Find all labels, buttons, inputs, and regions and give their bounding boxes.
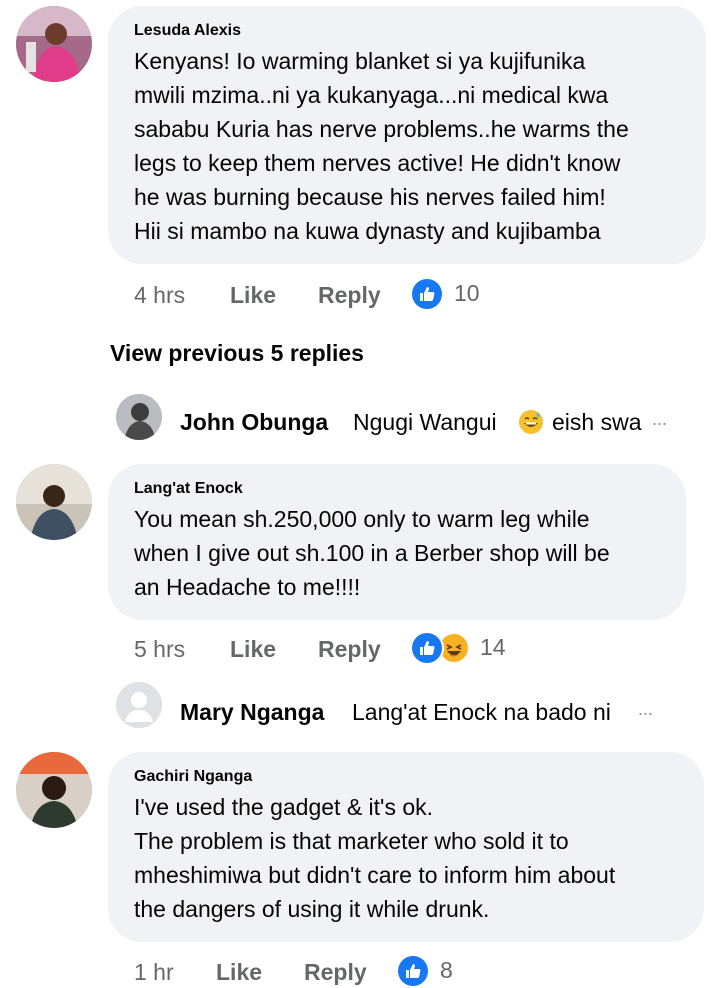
reply-button[interactable]: Reply	[304, 959, 367, 986]
profile-photo	[16, 752, 92, 828]
avatar[interactable]	[116, 682, 162, 728]
avatar[interactable]	[16, 6, 92, 82]
avatar[interactable]	[16, 752, 92, 828]
comment-bubble: Lesuda Alexis Kenyans! Io warming blanke…	[108, 6, 706, 264]
avatar[interactable]	[116, 394, 162, 440]
comment-text: mwili mzima..ni ya kukanyaga...ni medica…	[134, 82, 609, 108]
comment-bubble: Gachiri Nganga I've used the gadget & it…	[108, 752, 704, 942]
reply-button[interactable]: Reply	[318, 636, 381, 663]
reply-text[interactable]: Ngugi Wangui	[353, 409, 497, 436]
comment-text: he was burning because his nerves failed…	[134, 184, 606, 210]
reaction-count[interactable]: 8	[440, 957, 453, 984]
comment-text: sababu Kuria has nerve problems..he warm…	[134, 116, 629, 142]
reaction-count[interactable]: 10	[454, 280, 480, 307]
comment-text: when I give out sh.100 in a Berber shop …	[134, 540, 610, 566]
comment-text: The problem is that marketer who sold it…	[134, 828, 569, 854]
reply-text[interactable]: Lang'at Enock na bado ni	[352, 699, 611, 726]
profile-photo	[16, 464, 92, 540]
ellipsis: ...	[638, 699, 654, 719]
like-reaction-icon[interactable]	[410, 277, 444, 311]
comment-text: Hii si mambo na kuwa dynasty and kujibam…	[134, 218, 601, 244]
default-avatar-icon	[116, 682, 162, 728]
comment-text: mheshimiwa but didn't care to inform him…	[134, 862, 616, 888]
comment-author[interactable]: Gachiri Nganga	[134, 768, 252, 786]
like-button[interactable]: Like	[216, 959, 262, 986]
reply-author[interactable]: Mary Nganga	[180, 699, 324, 726]
comment-author[interactable]: Lang'at Enock	[134, 480, 243, 498]
grinning-sweat-emoji-icon	[518, 409, 544, 435]
profile-photo	[16, 6, 92, 82]
like-reaction-icon[interactable]	[410, 631, 444, 665]
comment-author[interactable]: Lesuda Alexis	[134, 22, 241, 40]
avatar[interactable]	[16, 464, 92, 540]
comment-text: an Headache to me!!!!	[134, 574, 361, 600]
comment-bubble: Lang'at Enock You mean sh.250,000 only t…	[108, 464, 686, 620]
comment-text: Kenyans! Io warming blanket si ya kujifu…	[134, 48, 586, 74]
comment-timestamp[interactable]: 1 hr	[134, 959, 174, 986]
view-previous-replies-link[interactable]: View previous 5 replies	[110, 340, 364, 367]
like-reaction-icon[interactable]	[396, 954, 430, 988]
profile-photo	[116, 394, 162, 440]
comment-text: I've used the gadget & it's ok.	[134, 794, 434, 820]
reply-text[interactable]: eish swa	[552, 409, 641, 436]
reply-button[interactable]: Reply	[318, 282, 381, 309]
comment-text: You mean sh.250,000 only to warm leg whi…	[134, 506, 590, 532]
like-button[interactable]: Like	[230, 282, 276, 309]
comment-timestamp[interactable]: 5 hrs	[134, 636, 185, 663]
reaction-count[interactable]: 14	[480, 634, 506, 661]
comment-text: the dangers of using it while drunk.	[134, 896, 490, 922]
comment-text: legs to keep them nerves active! He didn…	[134, 150, 621, 176]
like-button[interactable]: Like	[230, 636, 276, 663]
comment-timestamp[interactable]: 4 hrs	[134, 282, 185, 309]
ellipsis: ...	[652, 409, 668, 429]
reply-author[interactable]: John Obunga	[180, 409, 328, 436]
